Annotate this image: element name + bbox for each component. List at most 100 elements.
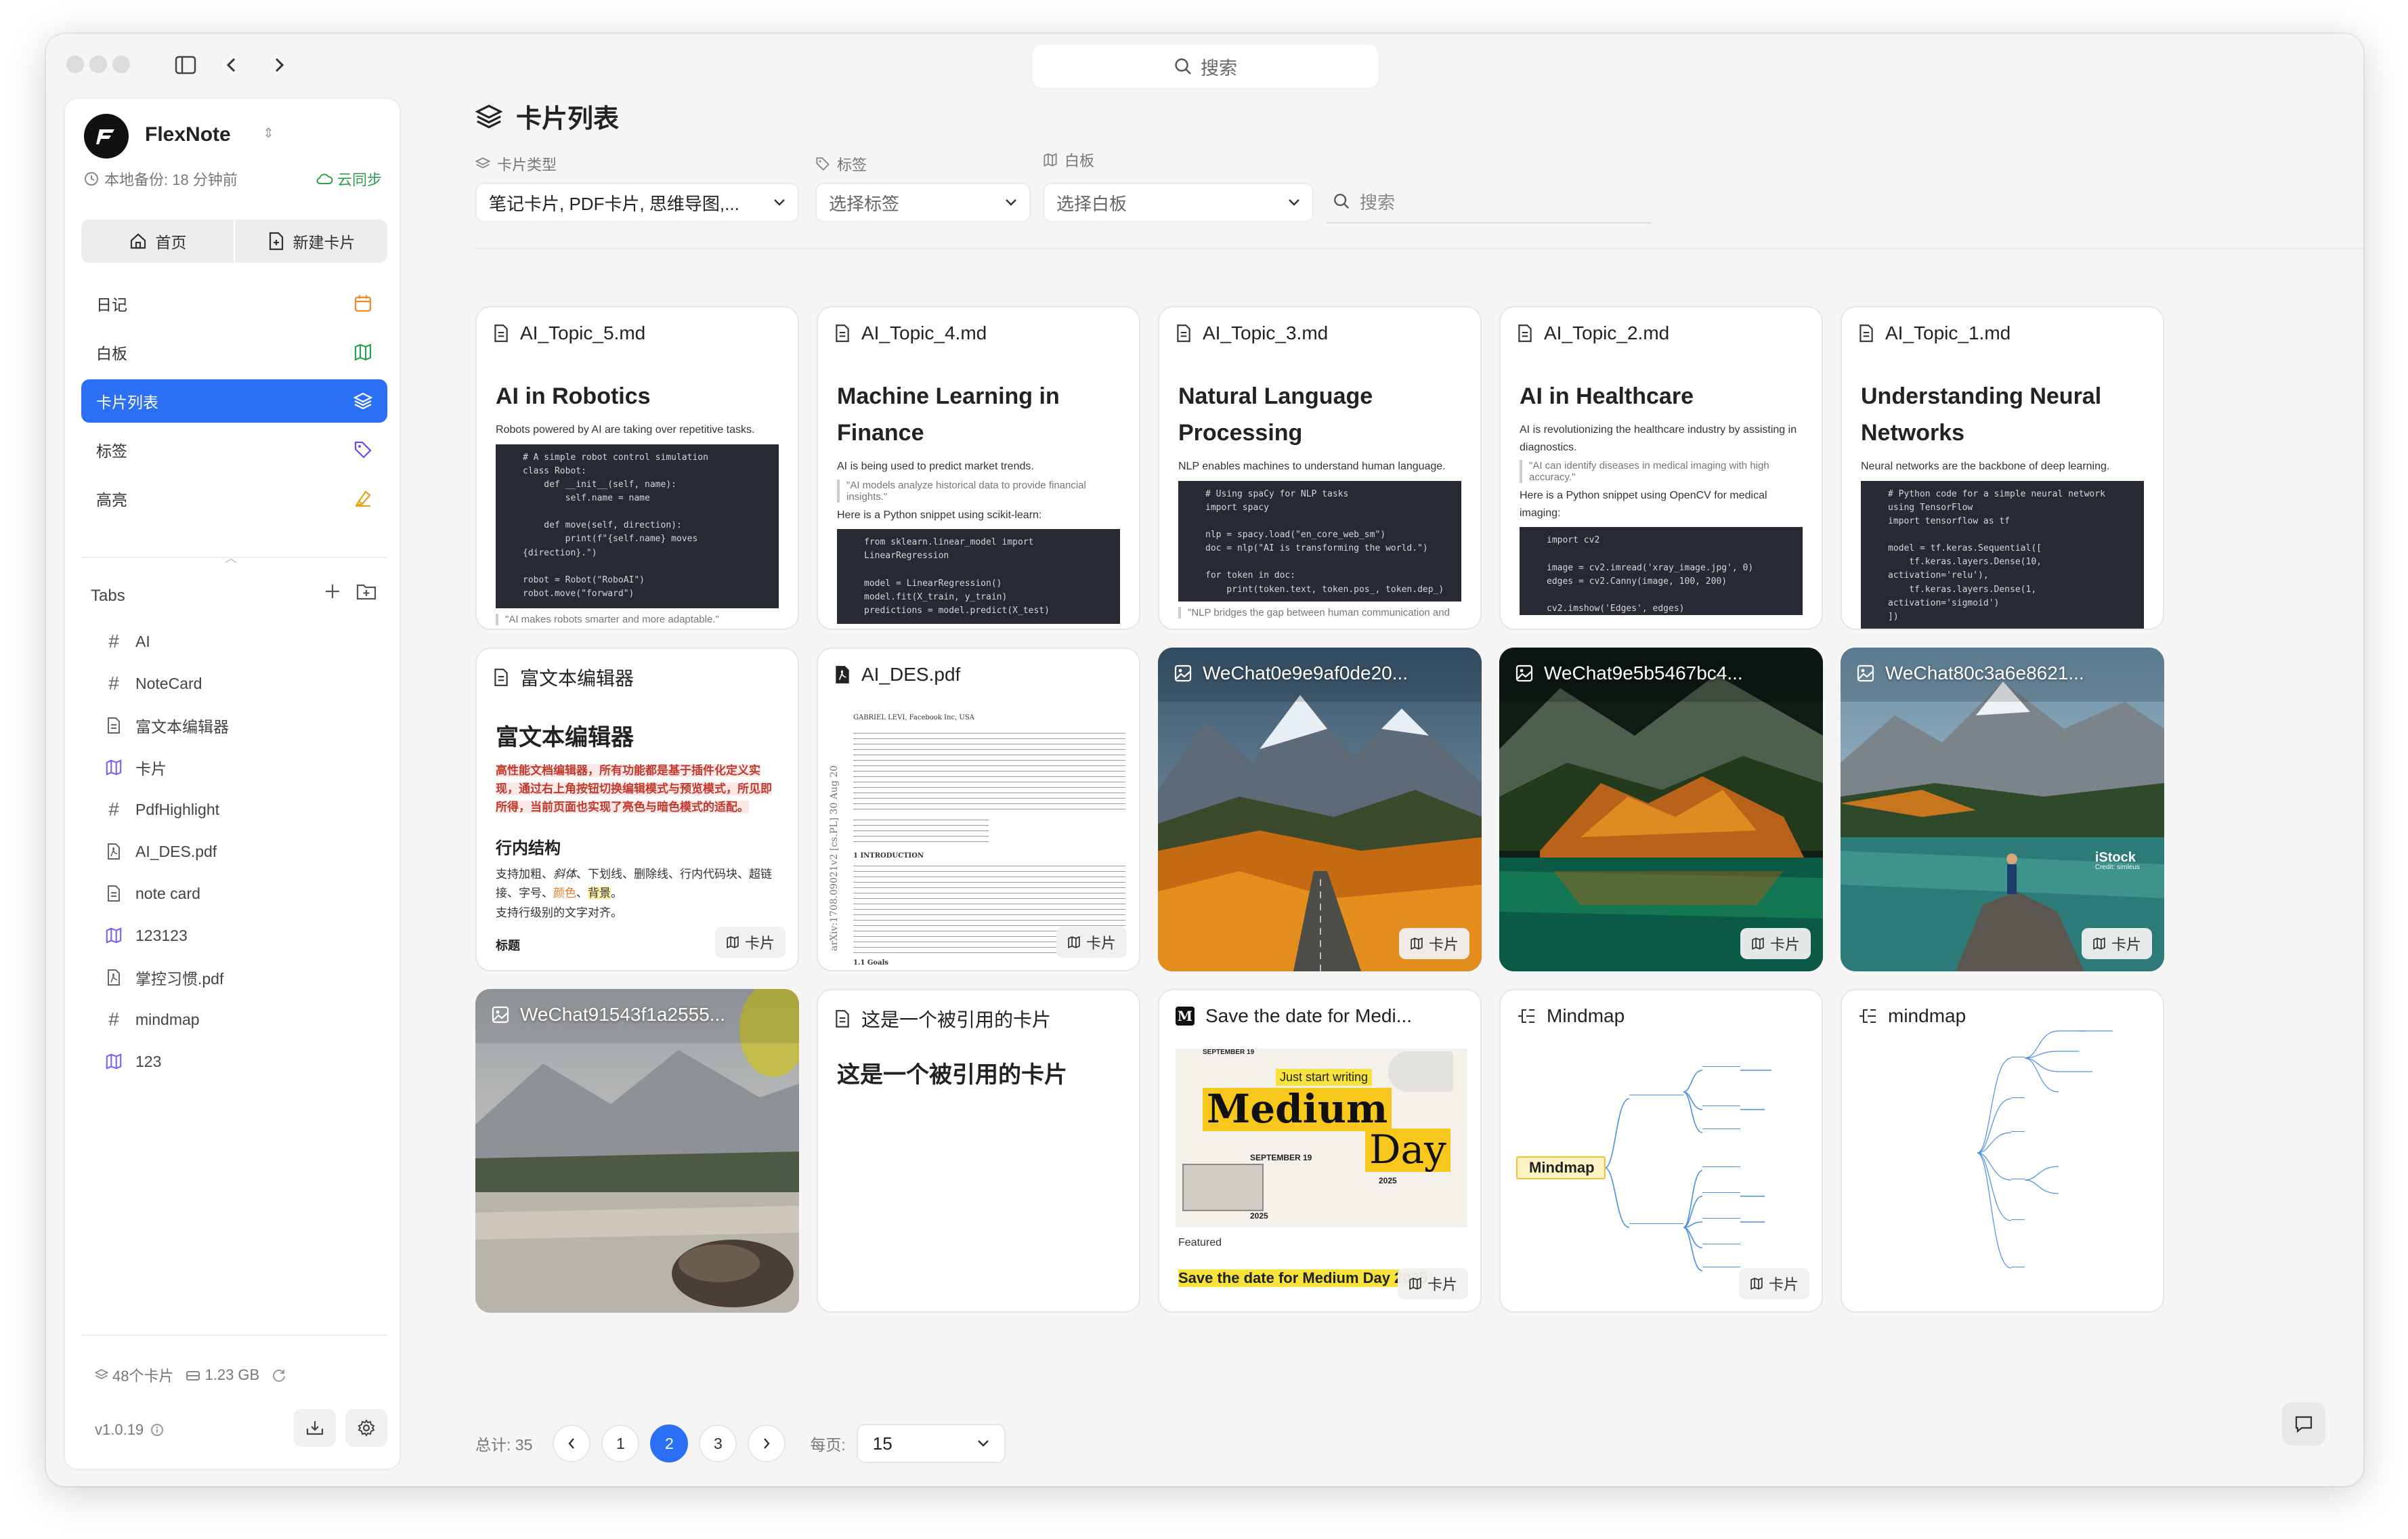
medium-banner: SEPTEMBER 19 Just start writing Medium D…	[1176, 1049, 1467, 1227]
app-name[interactable]: FlexNote	[145, 123, 231, 146]
card-title: Natural Language Processing	[1178, 383, 1373, 446]
watermark-text: iStock	[2094, 850, 2136, 865]
board-select[interactable]: 选择白板	[1043, 183, 1314, 222]
folder-plus-icon[interactable]	[356, 583, 377, 600]
tab-item-habits-pdf[interactable]: 掌控习惯.pdf	[104, 956, 375, 998]
card-ai-des-pdf[interactable]: AI_DES.pdf arXiv:1708.09021v2 [cs.PL] 30…	[817, 648, 1140, 971]
prev-page-button[interactable]	[553, 1425, 591, 1462]
cloud-sync-button[interactable]: 云同步	[316, 168, 382, 190]
tab-item-cards[interactable]: 卡片	[104, 746, 375, 788]
card-image-4[interactable]: WeChat91543f1a2555...	[475, 989, 799, 1313]
card-title: 这是一个被引用的卡片	[837, 1062, 1067, 1088]
page-1-button[interactable]: 1	[601, 1425, 640, 1462]
collapse-chevron-icon[interactable]: ︿	[225, 549, 237, 566]
card-header: 富文本编辑器	[493, 664, 781, 691]
card-content: AI is revolutionizing the healthcare ind…	[1520, 421, 1803, 620]
menu-item-tags[interactable]: 标签	[81, 428, 387, 471]
card-board-badge[interactable]: 卡片	[1740, 928, 1811, 959]
card-type-select[interactable]: 笔记卡片, PDF卡片, 思维导图,...	[475, 183, 799, 222]
file-plus-icon	[267, 232, 285, 251]
tab-item-ai[interactable]: # AI	[104, 620, 375, 662]
forward-icon[interactable]	[265, 51, 293, 79]
pdf-author: GABRIEL LEVI, Facebook Inc, USA	[853, 714, 974, 721]
menu-item-diary[interactable]: 日记	[81, 282, 387, 325]
card-text: 高性能文档编辑器，所有功能都是基于插件化定义实现，通过右上角按钮切换编辑模式与预…	[496, 761, 779, 817]
tab-item-rich-editor[interactable]: 富文本编辑器	[104, 704, 375, 746]
sidebar-toggle-icon[interactable]	[172, 51, 199, 79]
card-board-badge[interactable]: 卡片	[1398, 928, 1469, 959]
card-title: Understanding Neural Networks	[1861, 383, 2102, 446]
new-card-button[interactable]: 新建卡片	[234, 219, 387, 263]
image-icon	[1857, 665, 1874, 682]
card-board-badge[interactable]: 卡片	[1056, 927, 1127, 958]
card-medium-day[interactable]: M Save the date for Medi... SEPTEMBER 19…	[1158, 989, 1482, 1313]
chat-icon	[2294, 1414, 2314, 1433]
card-mindmap-2[interactable]: mindmap	[1841, 989, 2164, 1313]
workspace-switch-icon[interactable]: ⇕	[263, 125, 274, 142]
menu-item-whiteboard[interactable]: 白板	[81, 331, 387, 374]
tag-filter-label: 标签	[815, 153, 867, 175]
search-icon	[1333, 192, 1350, 210]
card-board-badge[interactable]: 卡片	[1397, 1268, 1468, 1299]
card-board-badge[interactable]: 卡片	[2081, 928, 2152, 959]
tab-item-pdfhighlight[interactable]: # PdfHighlight	[104, 788, 375, 830]
settings-button[interactable]	[345, 1409, 387, 1447]
per-page-value: 15	[872, 1433, 893, 1454]
card-mindmap[interactable]: Mindmap Mindmap 卡片	[1499, 989, 1823, 1313]
chat-button[interactable]	[2282, 1402, 2325, 1446]
tab-item-mindmap[interactable]: # mindmap	[104, 998, 375, 1040]
menu-item-card-list[interactable]: 卡片列表	[81, 379, 387, 423]
tag-select-placeholder: 选择标签	[829, 193, 900, 214]
map-icon	[1751, 937, 1765, 950]
tab-item-ai-des-pdf[interactable]: AI_DES.pdf	[104, 830, 375, 872]
card-image-1[interactable]: WeChat0e9e9af0de20... 卡片	[1158, 648, 1482, 971]
tab-item-label: AI_DES.pdf	[135, 842, 217, 860]
tab-item-123123[interactable]: 123123	[104, 914, 375, 956]
card-rich-editor[interactable]: 富文本编辑器 富文本编辑器 高性能文档编辑器，所有功能都是基于插件化定义实现，通…	[475, 648, 799, 971]
card-ai-topic-4[interactable]: AI_Topic_4.md Machine Learning in Financ…	[817, 306, 1140, 630]
home-label: 首页	[155, 234, 187, 251]
window-close-button[interactable]	[66, 56, 84, 73]
window-zoom-button[interactable]	[112, 56, 130, 73]
chevron-down-icon	[773, 198, 786, 207]
global-search[interactable]: 搜索	[1032, 45, 1379, 88]
card-filename: Mindmap	[1547, 1005, 1625, 1026]
card-header: AI_Topic_2.md	[1517, 322, 1805, 344]
chevron-right-icon	[762, 1437, 771, 1450]
add-tab-icon[interactable]	[324, 583, 341, 600]
tag-select[interactable]: 选择标签	[815, 183, 1031, 222]
card-ai-topic-5[interactable]: AI_Topic_5.md AI in Robotics Robots powe…	[475, 306, 799, 630]
page-3-button[interactable]: 3	[699, 1425, 737, 1462]
page-2-button[interactable]: 2	[650, 1425, 689, 1462]
card-filename: AI_Topic_5.md	[520, 322, 646, 343]
import-button[interactable]	[294, 1409, 336, 1447]
home-button[interactable]: 首页	[81, 219, 234, 263]
pdf-icon	[104, 969, 123, 986]
refresh-icon[interactable]	[272, 1368, 286, 1383]
page-title-text: 卡片列表	[516, 105, 620, 133]
per-page-select[interactable]: 15	[856, 1424, 1006, 1463]
card-grid: AI_Topic_5.md AI in Robotics Robots powe…	[475, 306, 2317, 1313]
back-icon[interactable]	[218, 51, 245, 79]
card-ai-topic-3[interactable]: AI_Topic_3.md Natural Language Processin…	[1158, 306, 1482, 630]
app-logo	[84, 114, 129, 159]
card-ai-topic-1[interactable]: AI_Topic_1.md Understanding Neural Netwo…	[1841, 306, 2164, 630]
text-segment: 。	[611, 887, 622, 900]
card-referenced[interactable]: 这是一个被引用的卡片 这是一个被引用的卡片	[817, 989, 1140, 1313]
card-image-3[interactable]: iStock Credit: simleus WeChat80c3a6e8621…	[1841, 648, 2164, 971]
info-icon[interactable]	[150, 1423, 164, 1437]
card-ai-topic-2[interactable]: AI_Topic_2.md AI in Healthcare AI is rev…	[1499, 306, 1823, 630]
card-board-badge[interactable]: 卡片	[714, 927, 786, 958]
window-minimize-button[interactable]	[89, 56, 107, 73]
card-filename: AI_Topic_4.md	[861, 322, 987, 343]
tab-item-notecard[interactable]: # NoteCard	[104, 662, 375, 704]
map-icon	[353, 343, 372, 362]
next-page-button[interactable]	[748, 1425, 786, 1462]
card-search[interactable]: 搜索	[1326, 180, 1651, 224]
menu-item-highlights[interactable]: 高亮	[81, 477, 387, 520]
tab-item-123[interactable]: 123	[104, 1040, 375, 1082]
tab-item-note-card[interactable]: note card	[104, 872, 375, 914]
card-board-badge[interactable]: 卡片	[1738, 1268, 1809, 1299]
clock-icon	[84, 171, 99, 186]
card-image-2[interactable]: WeChat9e5b5467bc4... 卡片	[1499, 648, 1823, 971]
